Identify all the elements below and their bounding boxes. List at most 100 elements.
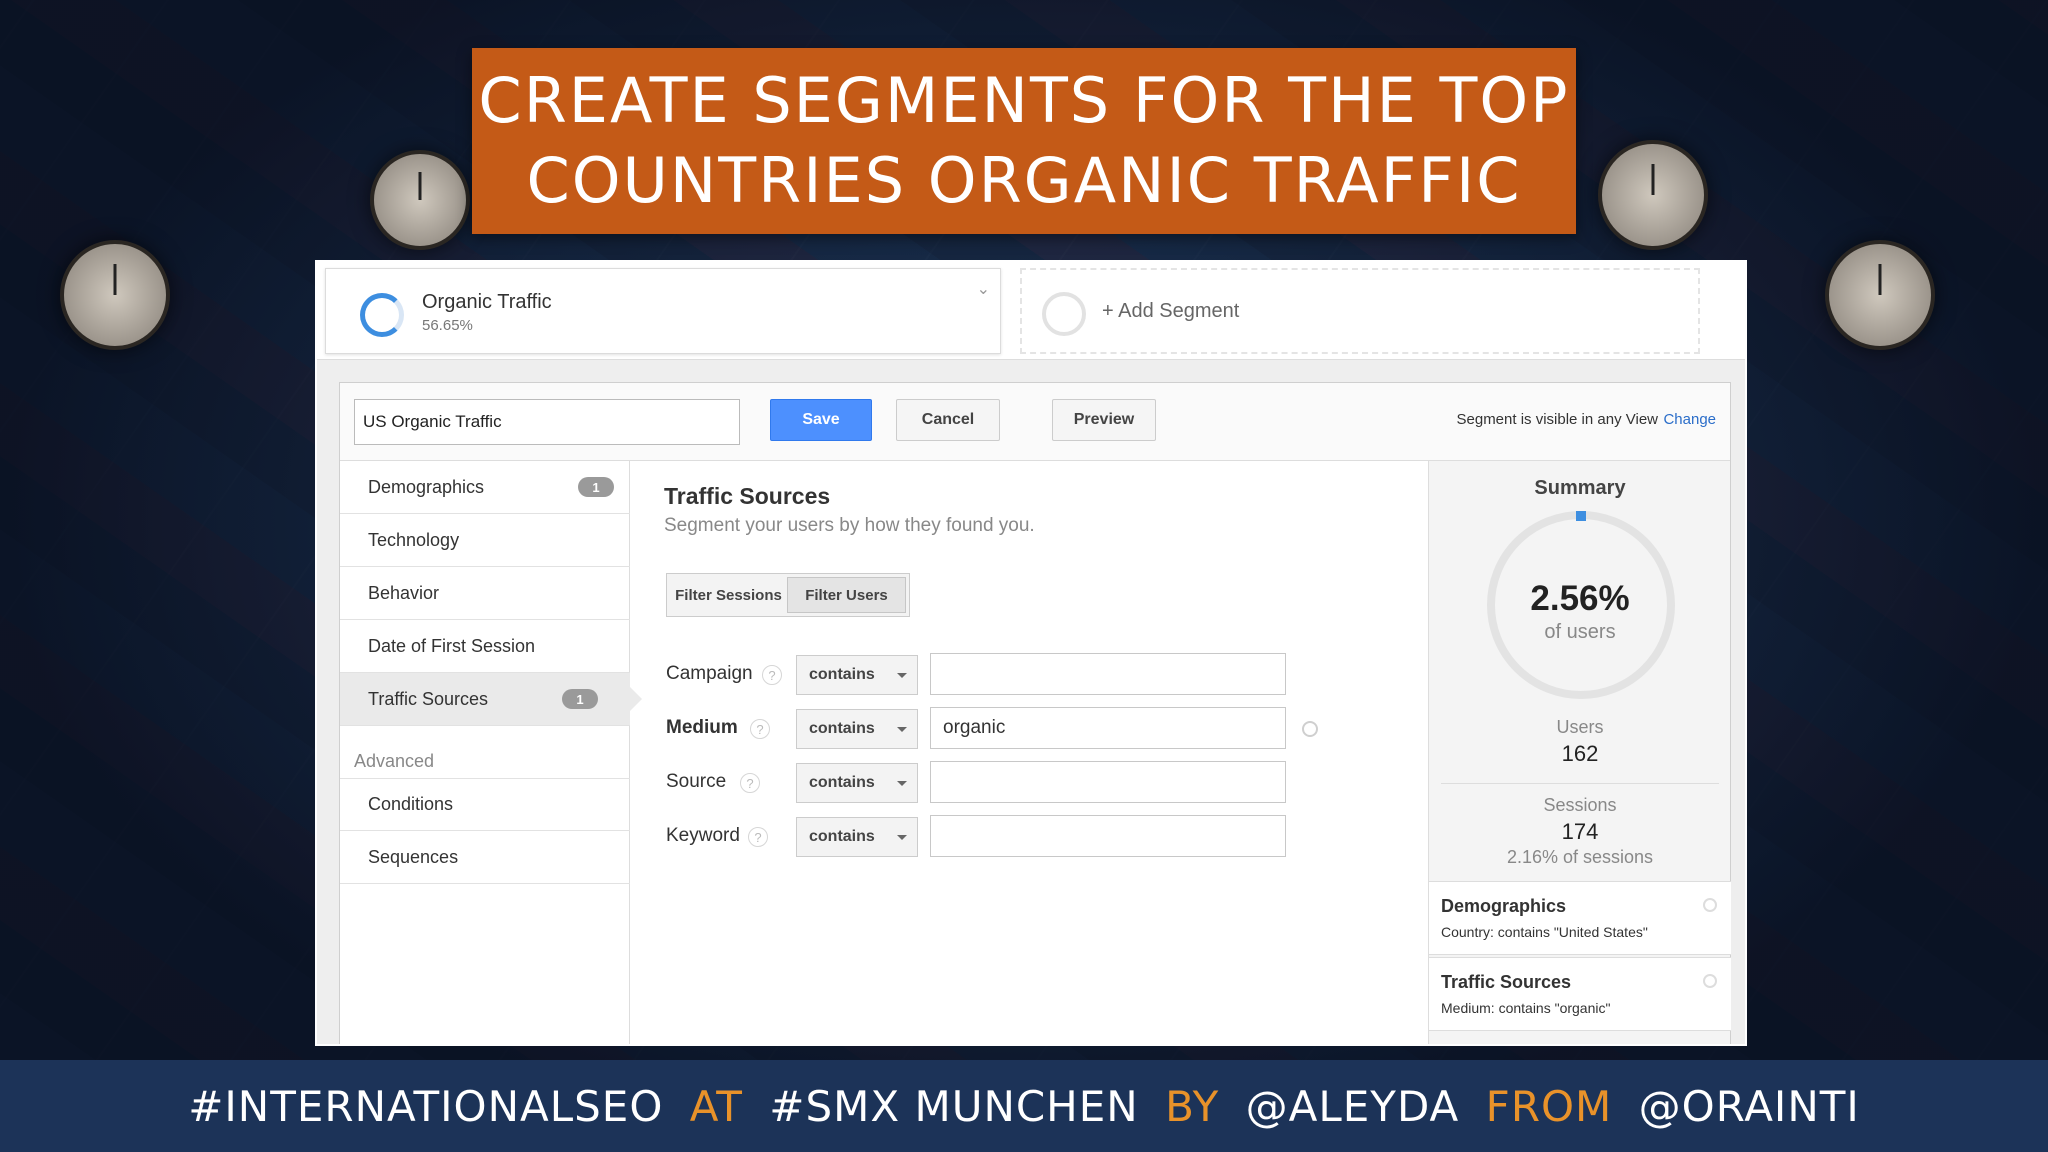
editor-toolbar: Save Cancel Preview Segment is visible i… [340, 383, 1730, 461]
chevron-down-icon [897, 673, 907, 678]
operator-select[interactable]: contains [796, 709, 918, 749]
panel-subtitle: Segment your users by how they found you… [664, 515, 1035, 536]
summary-percent: 2.56% [1530, 579, 1630, 618]
background-clock-right [1825, 240, 1935, 350]
nav-item-label: Demographics [368, 476, 485, 497]
sessions-label: Sessions [1543, 795, 1617, 815]
segment-percent: 56.65% [422, 317, 473, 334]
slide-title-line-2: COUNTRIES ORGANIC TRAFFIC [526, 144, 1522, 217]
operator-select[interactable]: contains [796, 655, 918, 695]
field-label: Campaign [666, 663, 753, 684]
source-value-input[interactable] [930, 761, 1286, 803]
footer-hashtag: #INTERNATIONALSEO [188, 1081, 664, 1131]
nav-item-technology[interactable]: Technology [340, 514, 630, 567]
help-icon[interactable]: ? [750, 719, 770, 739]
save-button[interactable]: Save [770, 399, 872, 441]
keyword-value-input[interactable] [930, 815, 1286, 857]
medium-field-row: Medium ? contains organic [666, 707, 1366, 751]
operator-select[interactable]: contains [796, 817, 918, 857]
background-clock-right-top [1598, 140, 1708, 250]
nav-item-label: Sequences [368, 846, 459, 867]
help-icon[interactable]: ? [762, 665, 782, 685]
summary-condition-traffic-sources: Traffic Sources Medium: contains "organi… [1429, 957, 1731, 1031]
cancel-button[interactable]: Cancel [896, 399, 1000, 441]
footer-company: @ORAINTI [1638, 1081, 1860, 1131]
nav-item-demographics[interactable]: Demographics 1 [340, 461, 630, 514]
users-value: 162 [1561, 741, 1599, 766]
footer-connector: BY [1165, 1081, 1220, 1131]
nav-item-conditions[interactable]: Conditions [340, 778, 630, 831]
footer-author: @ALEYDA [1245, 1081, 1460, 1131]
remove-condition-icon[interactable] [1703, 898, 1717, 912]
preview-button[interactable]: Preview [1052, 399, 1156, 441]
summary-percent-label: of users [1544, 621, 1616, 643]
nav-item-traffic-sources[interactable]: Traffic Sources 1 [340, 673, 642, 726]
ga-segment-editor-screenshot: Organic Traffic 56.65% ⌄ + Add Segment S… [315, 260, 1747, 1046]
advanced-heading: Advanced [354, 751, 435, 771]
campaign-field-row: Campaign ? contains [666, 653, 1366, 697]
segment-category-nav: Demographics 1 Technology Behavior Date … [340, 461, 642, 1044]
segment-editor: Save Cancel Preview Segment is visible i… [339, 382, 1731, 1044]
empty-segment-ring-icon [1042, 292, 1086, 336]
summary-divider [1441, 783, 1719, 784]
condition-title: Demographics [1441, 896, 1567, 916]
background-clock-left [60, 240, 170, 350]
background-clock-left-top [370, 150, 470, 250]
operator-select-value: contains [809, 666, 875, 683]
footer-credit: #INTERNATIONALSEO AT #SMX MUNCHEN BY @AL… [182, 1082, 1866, 1131]
segment-percent-ring-icon [360, 293, 404, 337]
change-visibility-link[interactable]: Change [1663, 411, 1716, 428]
nav-item-label: Conditions [368, 794, 454, 814]
chevron-down-icon [897, 727, 907, 732]
help-icon[interactable]: ? [748, 827, 768, 847]
add-segment-label: + Add Segment [1102, 300, 1240, 322]
condition-title: Traffic Sources [1441, 972, 1572, 992]
field-label: Keyword [666, 825, 740, 846]
condition-detail: Country: contains "United States" [1441, 924, 1648, 940]
chevron-down-icon [897, 781, 907, 786]
medium-value-input[interactable]: organic [930, 707, 1286, 749]
nav-item-behavior[interactable]: Behavior [340, 567, 630, 620]
slide-title-line-1: CREATE SEGMENTS FOR THE TOP [478, 64, 1570, 137]
filter-users-button[interactable]: Filter Users [787, 577, 906, 613]
chevron-down-icon[interactable]: ⌄ [977, 279, 990, 299]
add-segment-card[interactable]: + Add Segment [1020, 268, 1700, 354]
traffic-sources-panel: Traffic Sources Segment your users by ho… [632, 461, 1428, 1044]
filter-scope-toggle: Filter Sessions Filter Users [666, 573, 910, 617]
segment-name: Organic Traffic [422, 291, 552, 313]
summary-title: Summary [1534, 477, 1626, 499]
segment-name-input[interactable] [354, 399, 740, 445]
sessions-share: 2.16% of sessions [1506, 847, 1654, 867]
field-label: Source [666, 771, 727, 792]
slide-footer: #INTERNATIONALSEO AT #SMX MUNCHEN BY @AL… [0, 1060, 2048, 1152]
help-icon[interactable]: ? [740, 773, 760, 793]
segment-bar: Organic Traffic 56.65% ⌄ + Add Segment [317, 262, 1745, 360]
remove-condition-icon[interactable] [1703, 974, 1717, 988]
filter-sessions-button[interactable]: Filter Sessions [670, 577, 787, 613]
campaign-value-input[interactable] [930, 653, 1286, 695]
operator-select[interactable]: contains [796, 763, 918, 803]
visibility-text: Segment is visible in any View [1456, 411, 1659, 428]
operator-select-value: contains [809, 828, 875, 845]
summary-panel: Summary 2.56% of users Users 162 Session… [1428, 461, 1731, 1044]
footer-connector: AT [689, 1081, 743, 1131]
nav-item-sequences[interactable]: Sequences [340, 831, 630, 884]
condition-detail: Medium: contains "organic" [1441, 1000, 1611, 1016]
keyword-field-row: Keyword ? contains [666, 815, 1366, 859]
source-field-row: Source ? contains [666, 761, 1366, 805]
active-segment-card[interactable]: Organic Traffic 56.65% ⌄ [325, 268, 1001, 354]
remove-condition-icon[interactable] [1302, 721, 1318, 737]
sessions-value: 174 [1561, 819, 1599, 844]
nav-item-label: Traffic Sources [368, 688, 489, 709]
chevron-down-icon [897, 835, 907, 840]
slide-title-banner: CREATE SEGMENTS FOR THE TOP COUNTRIES OR… [472, 48, 1576, 234]
nav-item-label: Behavior [368, 582, 440, 603]
summary-condition-demographics: Demographics Country: contains "United S… [1429, 881, 1731, 955]
nav-item-label: Technology [368, 529, 460, 550]
field-label: Medium [666, 717, 738, 738]
nav-item-date-of-first-session[interactable]: Date of First Session [340, 620, 630, 673]
panel-title: Traffic Sources [664, 483, 831, 509]
nav-item-label: Date of First Session [368, 635, 536, 656]
footer-connector: FROM [1485, 1081, 1613, 1131]
users-label: Users [1556, 717, 1604, 737]
